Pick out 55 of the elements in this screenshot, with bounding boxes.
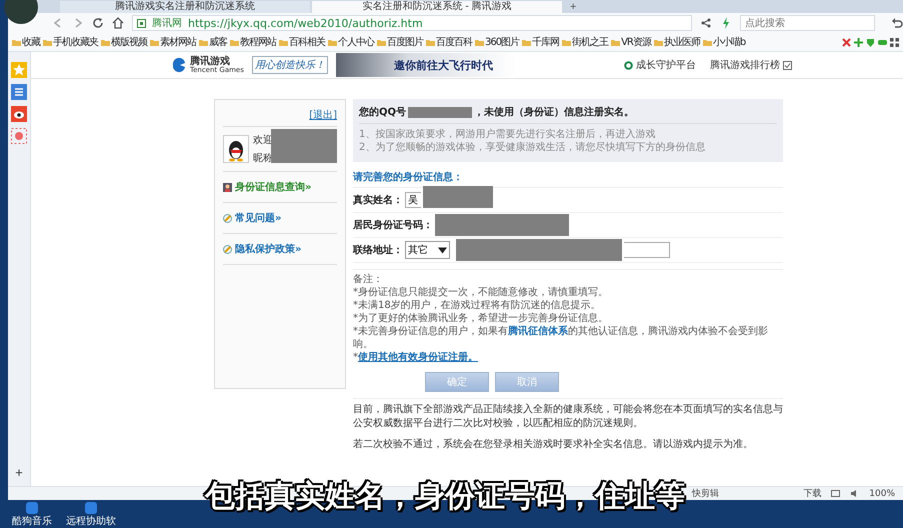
notice-text: 2、为了您顺畅的游戏体验，享受健康游戏生活，请您尽快填写下方的身份信息 [359, 141, 706, 154]
bookmark-item[interactable]: 素材网站 [150, 35, 196, 49]
desktop-icon-label[interactable]: 远程协助软 [66, 514, 116, 528]
download-label[interactable]: 下载 [803, 487, 822, 500]
bookmark-item[interactable]: 小小喵b [702, 35, 746, 49]
desktop-icon-label[interactable]: 酷狗音乐 [12, 514, 52, 528]
side-link[interactable]: 隐私保护政策» [223, 234, 337, 265]
field-label: 联络地址： [353, 244, 403, 257]
note-text: *为了更好的体验腾讯业务，希望进一步完善身份证信息。 [353, 312, 609, 325]
bookmark-item[interactable]: 手机收藏夹 [43, 35, 98, 49]
address-bar[interactable]: 腾讯网 https://jkyx.qq.com/web2010/authoriz.htm [132, 15, 692, 31]
footer-paragraph: 目前，腾讯旗下全部游戏产品正陆续接入全新的健康系统，可能会将您在本页面填写的实名信息与公安权威数据平台进行二次比对校验，以匹配相应的防沉迷规则。 [353, 403, 783, 431]
notice-title: ，未使用（身份证）信息注册实名。 [474, 105, 634, 119]
input-field[interactable]: 吴 [405, 192, 421, 208]
logout-link[interactable]: [退出] [223, 108, 337, 127]
note-text: *未完善身份证信息的用户，如果有腾讯征信体系的其他认证信息，腾讯游戏内体验不会受到影响。 [353, 325, 769, 351]
add-button[interactable]: + [15, 465, 23, 480]
notes-title: 备注： [353, 273, 384, 286]
note-text: *身份证信息只能提交一次，不能随意修改，请慎重填写。 [353, 286, 609, 299]
bookmark-item[interactable]: 威客 [199, 35, 227, 49]
bookmark-item[interactable]: 百度图片 [377, 35, 423, 49]
notice-text: 1、按国家政策要求，网游用户需要先进行实名注册后，再进入游戏 [359, 128, 656, 141]
region-dropdown[interactable]: 其它 [405, 241, 450, 259]
bookmark-item[interactable]: 横版视频 [101, 35, 147, 49]
bookmark-item[interactable]: 百度百科 [426, 35, 472, 49]
notice-title: 您的QQ号 [359, 106, 406, 119]
banner-title: 邀你前往大飞行时代 [394, 58, 493, 72]
note-text: *使用其他有效身份证注册。 [353, 351, 479, 364]
bookmark-item[interactable]: 百科相关 [279, 35, 325, 49]
bookmark-item[interactable]: 个人中心 [328, 35, 374, 49]
logo-text: 腾讯游戏 [190, 56, 230, 66]
note-text: *未满18岁的用户，在游戏过程将有防沉迷的信息提示。 [353, 299, 602, 312]
footer-paragraph: 若二次校验不通过，系统会在您登录相关游戏时要求补全实名信息。请以游戏内提示为准。 [353, 438, 754, 452]
bookmark-item[interactable]: 教程网站 [230, 35, 276, 49]
status-label[interactable]: 快剪辑 [692, 487, 719, 500]
bookmark-item[interactable]: 千库网 [522, 35, 560, 49]
slogan-badge: 用心创造快乐！ [252, 56, 328, 74]
note-link[interactable]: 腾讯征信体系 [508, 326, 568, 337]
bookmark-item[interactable]: 收藏 [12, 35, 40, 49]
bookmark-item[interactable]: VR资源 [611, 35, 651, 49]
header-link[interactable]: 成长守护平台 [624, 58, 696, 72]
field-label: 居民身份证号码： [353, 218, 433, 232]
side-link[interactable]: 常见问题» [223, 203, 337, 234]
zoom-level[interactable]: 100% [869, 488, 895, 498]
new-tab-button[interactable]: + [564, 1, 582, 13]
note-link[interactable]: 使用其他有效身份证注册。 [358, 352, 478, 363]
bookmark-item[interactable]: 街机之王 [562, 35, 608, 49]
side-link[interactable]: 身份证信息查询» [223, 172, 337, 203]
url-text: https://jkyx.qq.com/web2010/authoriz.htm [188, 16, 423, 30]
search-field[interactable]: 点此搜索 [740, 15, 875, 31]
header-link[interactable]: 腾讯游戏排行榜 [710, 58, 792, 72]
bookmark-item[interactable]: 执业医师 [654, 35, 700, 49]
field-label: 真实姓名： [353, 193, 403, 207]
site-label: 腾讯网 [152, 16, 182, 30]
bookmark-item[interactable]: 360图片 [475, 35, 520, 49]
